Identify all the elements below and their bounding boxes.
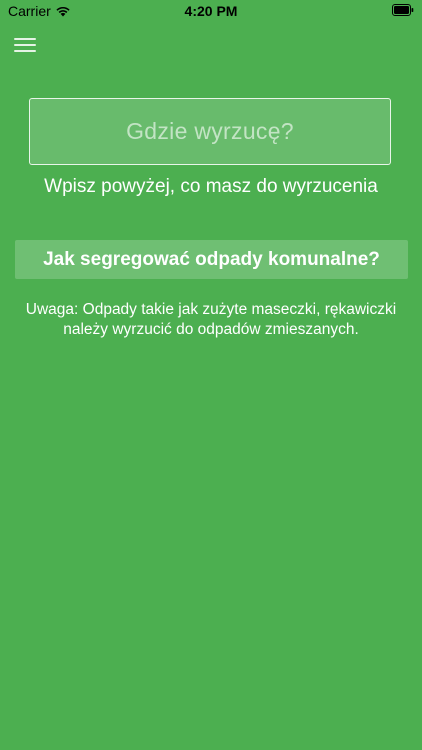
search-hint: Wpisz powyżej, co masz do wyrzucenia xyxy=(44,176,378,197)
hamburger-menu-icon[interactable] xyxy=(14,38,36,54)
menu-line xyxy=(14,44,36,46)
menu-line xyxy=(14,38,36,40)
battery-icon xyxy=(392,4,414,16)
status-time: 4:20 PM xyxy=(184,3,238,19)
search-input[interactable]: Gdzie wyrzucę? xyxy=(29,98,391,165)
search-placeholder: Gdzie wyrzucę? xyxy=(126,118,294,144)
menu-line xyxy=(14,50,36,52)
status-bar: Carrier 4:20 PM xyxy=(0,0,422,22)
segregation-guide-button[interactable]: Jak segregować odpady komunalne? xyxy=(15,240,408,279)
segregation-guide-label: Jak segregować odpady komunalne? xyxy=(43,248,380,270)
notice-text: Uwaga: Odpady takie jak zużyte maseczki,… xyxy=(25,301,397,338)
